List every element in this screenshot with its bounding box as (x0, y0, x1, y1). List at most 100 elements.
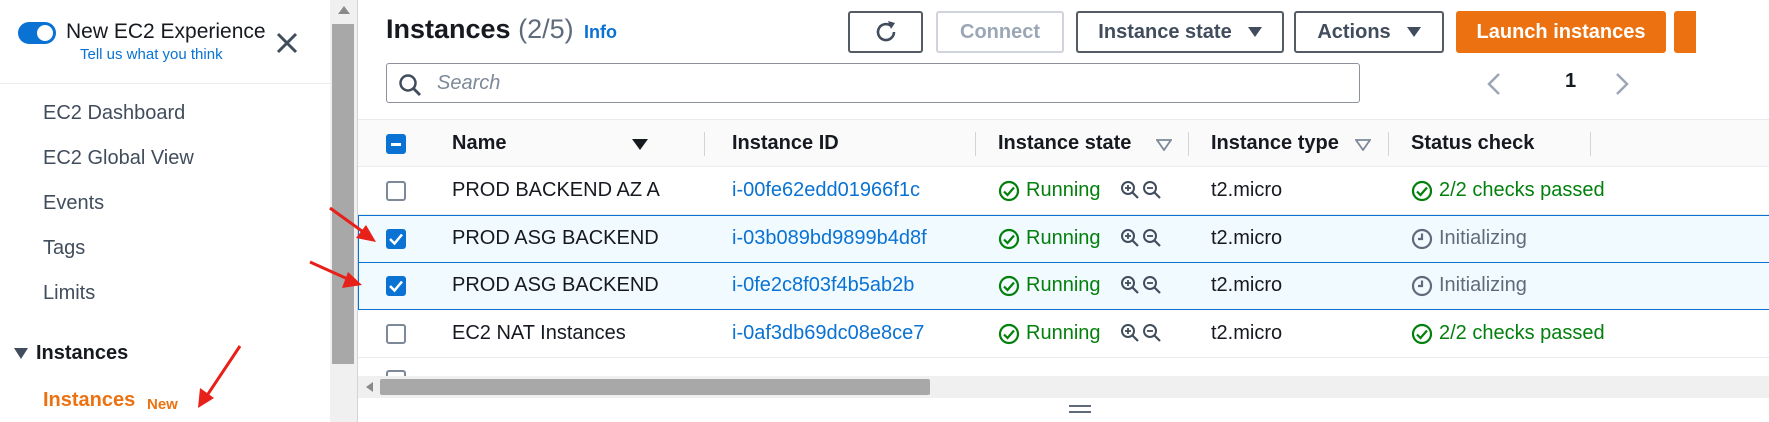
launch-instances-label: Launch instances (1476, 20, 1646, 43)
table-row[interactable]: PROD ASG BACKEND i-03b089bd9899b4d8f Run… (358, 215, 1769, 263)
scrollbar-thumb[interactable] (380, 379, 930, 395)
actions-label: Actions (1317, 20, 1391, 43)
instance-id-link[interactable]: i-03b089bd9899b4d8f (732, 227, 927, 250)
search-bar[interactable] (386, 63, 1360, 103)
check-circle-icon (998, 228, 1020, 249)
sidebar-section-instances[interactable]: Instances (14, 342, 128, 365)
table-header: Name Instance ID Instance state Instance… (358, 119, 1769, 167)
state-zoom-controls (1120, 323, 1162, 343)
zoom-in-icon[interactable] (1120, 275, 1140, 295)
info-link[interactable]: Info (584, 22, 617, 43)
table-row[interactable]: PROD ASG BACKEND i-0fe2c8f03f4b5ab2b Run… (358, 262, 1769, 310)
select-all-checkbox[interactable] (386, 134, 406, 154)
instance-type: t2.micro (1211, 322, 1283, 344)
column-header-instance-state[interactable]: Instance state (998, 132, 1131, 155)
state-zoom-controls (1120, 275, 1162, 295)
actions-dropdown[interactable]: Actions (1294, 11, 1444, 53)
connect-button[interactable]: Connect (936, 11, 1064, 53)
check-circle-icon (998, 275, 1020, 296)
row-checkbox[interactable] (386, 276, 406, 296)
sidebar-item-ec2-global-view[interactable]: EC2 Global View (43, 145, 194, 171)
zoom-out-icon[interactable] (1142, 275, 1162, 295)
zoom-out-icon[interactable] (1142, 228, 1162, 248)
toggle-knob (37, 25, 53, 41)
zoom-in-icon[interactable] (1120, 323, 1140, 343)
sidebar-item-ec2-dashboard[interactable]: EC2 Dashboard (43, 100, 185, 126)
annotation-arrow-icon (329, 206, 376, 242)
clock-icon (1411, 228, 1433, 249)
zoom-in-icon[interactable] (1120, 180, 1140, 200)
check-circle-icon (998, 323, 1020, 344)
scrollbar-thumb[interactable] (332, 24, 354, 364)
annotation-arrow-icon (309, 260, 362, 288)
sort-icon[interactable] (1355, 139, 1371, 151)
new-experience-label: New EC2 Experience (66, 20, 266, 43)
page-title-text: Instances (386, 14, 511, 44)
sort-icon[interactable] (1156, 139, 1172, 151)
feedback-link[interactable]: Tell us what you think (80, 46, 266, 64)
row-checkbox[interactable] (386, 229, 406, 249)
column-separator[interactable] (1590, 132, 1591, 156)
search-icon (399, 74, 421, 96)
row-checkbox[interactable] (386, 181, 406, 201)
table-row[interactable]: EC2 NAT Instances i-0af3db69dc08e8ce7 Ru… (358, 310, 1769, 358)
caret-down-icon (1406, 27, 1421, 37)
state-zoom-controls (1120, 180, 1162, 200)
status-check-text: 2/2 checks passed (1439, 322, 1605, 344)
instances-panel: Instances (2/5) Info Connect Instance st… (357, 0, 1769, 422)
instance-state-dropdown[interactable]: Instance state (1076, 11, 1284, 53)
status-check-text: 2/2 checks passed (1439, 179, 1605, 201)
zoom-out-icon[interactable] (1142, 323, 1162, 343)
new-experience-toggle[interactable] (18, 22, 56, 44)
column-separator[interactable] (1388, 132, 1389, 156)
close-icon[interactable] (270, 26, 304, 60)
column-separator[interactable] (1188, 132, 1189, 156)
column-separator[interactable] (975, 132, 976, 156)
scroll-up-icon[interactable] (338, 6, 350, 14)
clock-icon (1411, 275, 1433, 296)
sidebar-section-label: Instances (36, 342, 129, 364)
zoom-out-icon[interactable] (1142, 180, 1162, 200)
sidebar-item-instances[interactable]: Instances (43, 389, 135, 412)
instance-id-link[interactable]: i-0fe2c8f03f4b5ab2b (732, 274, 914, 297)
column-header-instance-type[interactable]: Instance type (1211, 132, 1339, 155)
row-checkbox[interactable] (386, 324, 406, 344)
sidebar-divider (0, 83, 330, 84)
selection-count: (2/5) (518, 14, 574, 44)
column-header-instance-id[interactable]: Instance ID (732, 132, 839, 155)
instance-name: PROD ASG BACKEND (452, 274, 659, 296)
table-row[interactable]: PROD BACKEND AZ A i-00fe62edd01966f1c Ru… (358, 167, 1769, 215)
instance-state-label: Instance state (1098, 20, 1232, 43)
connect-label: Connect (960, 20, 1040, 43)
caret-down-icon (14, 347, 28, 359)
column-header-name[interactable]: Name (452, 132, 506, 155)
instance-id-link[interactable]: i-00fe62edd01966f1c (732, 179, 920, 202)
chevron-right-icon[interactable] (1611, 72, 1631, 96)
column-separator[interactable] (704, 132, 705, 156)
refresh-button[interactable] (848, 11, 923, 53)
instance-state-text: Running (1026, 322, 1101, 344)
instance-type: t2.micro (1211, 179, 1283, 201)
split-panel-drag-handle[interactable] (1069, 405, 1091, 417)
table-horizontal-scrollbar[interactable] (358, 376, 1769, 398)
check-circle-icon (998, 180, 1020, 201)
status-check-cell: Initializing (1411, 274, 1527, 297)
state-zoom-controls (1120, 228, 1162, 248)
sidebar-item-events[interactable]: Events (43, 190, 104, 216)
status-check-cell: Initializing (1411, 227, 1527, 250)
caret-down-icon (1247, 27, 1262, 37)
instance-id-link[interactable]: i-0af3db69dc08e8ce7 (732, 322, 924, 345)
chevron-left-icon[interactable] (1485, 72, 1505, 96)
instance-name: PROD BACKEND AZ A (452, 179, 660, 201)
column-header-status-check[interactable]: Status check (1411, 132, 1534, 155)
sort-descending-icon[interactable] (632, 139, 648, 151)
instance-state-cell: Running (998, 179, 1101, 202)
launch-instances-split-button[interactable] (1674, 11, 1696, 53)
scroll-left-icon[interactable] (366, 382, 373, 392)
current-page-number[interactable]: 1 (1565, 70, 1576, 93)
sidebar-item-tags[interactable]: Tags (43, 235, 85, 261)
launch-instances-button[interactable]: Launch instances (1456, 11, 1666, 53)
sidebar-item-limits[interactable]: Limits (43, 280, 95, 306)
zoom-in-icon[interactable] (1120, 228, 1140, 248)
search-input[interactable] (435, 70, 1335, 96)
